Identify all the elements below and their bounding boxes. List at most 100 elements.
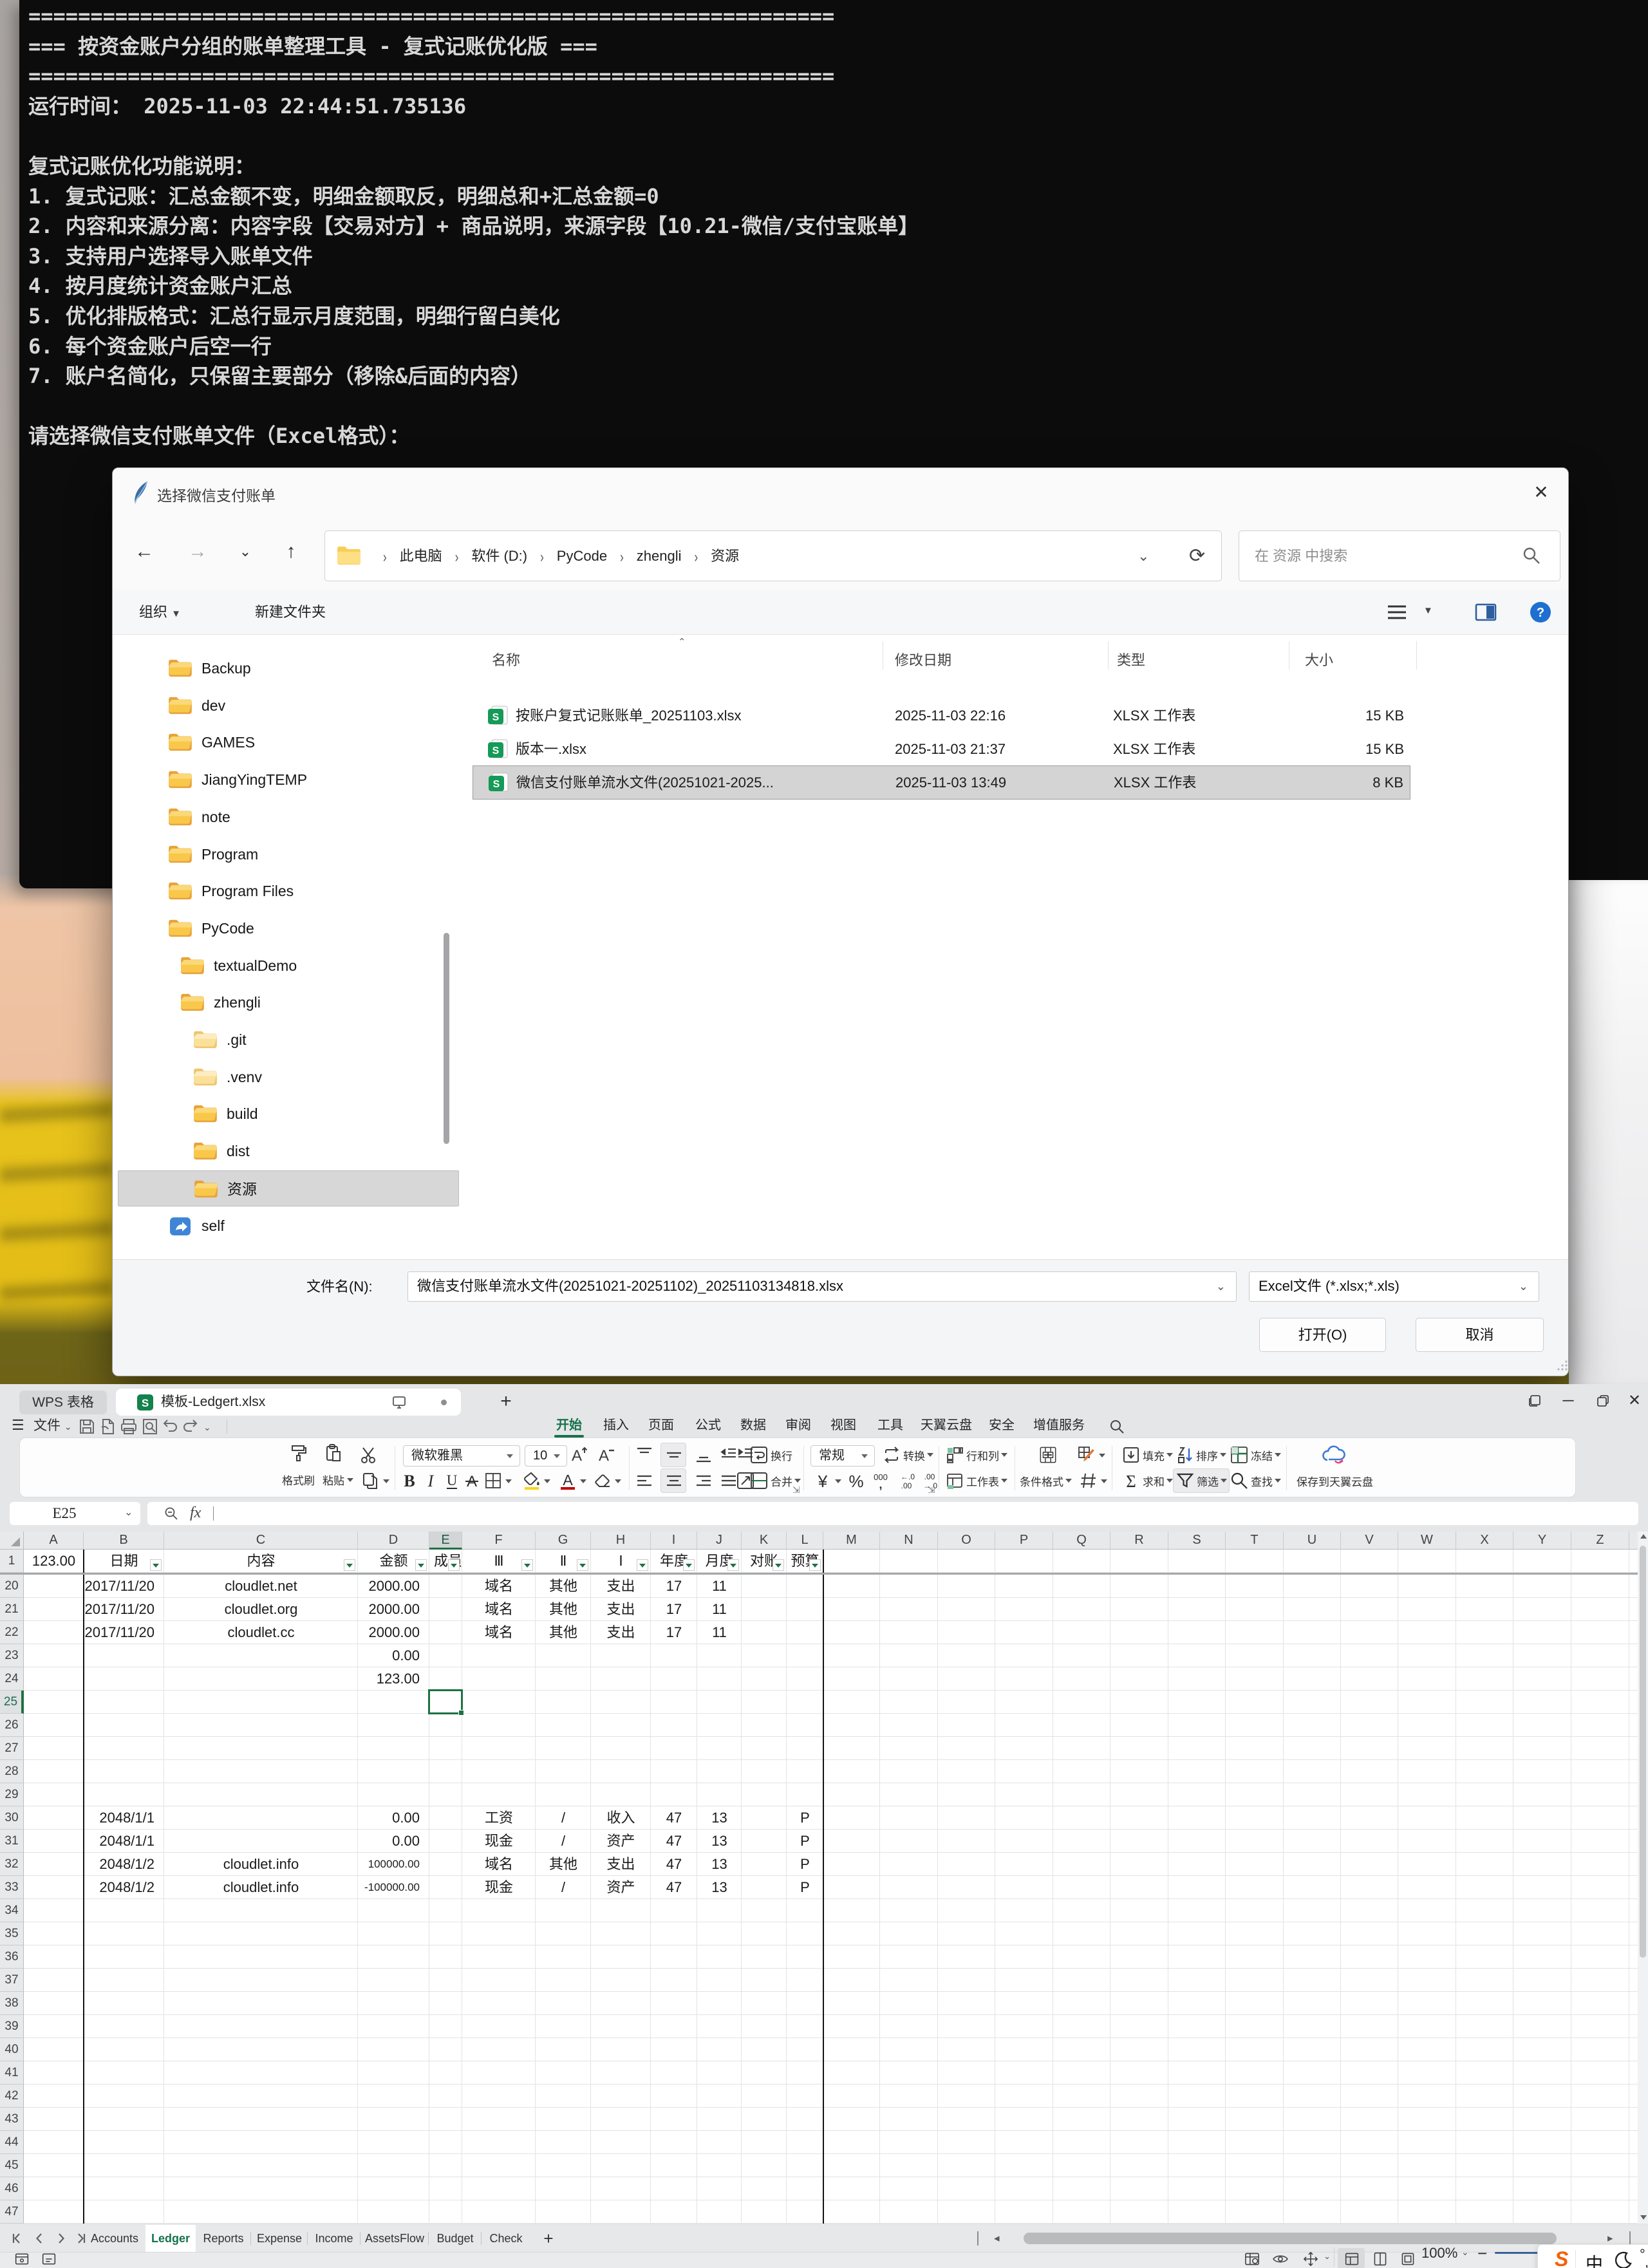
breadcrumb[interactable]: ›此电脑›软件 (D:)›PyCode›zhengli›资源 xyxy=(370,531,739,581)
borders-icon[interactable] xyxy=(483,1471,503,1490)
column-divider[interactable] xyxy=(1108,641,1109,670)
cellstyle-icon[interactable] xyxy=(1079,1471,1098,1490)
filter-dropdown-C1[interactable] xyxy=(344,1559,355,1571)
file-menu[interactable]: 文件 ⌄ xyxy=(33,1416,72,1438)
ribbon-combo-微软雅黑[interactable]: 微软雅黑 xyxy=(403,1445,520,1467)
ime-comma-icon[interactable]: , xyxy=(1645,2254,1648,2268)
cell-G31[interactable]: / xyxy=(536,1830,590,1853)
tree-item-self[interactable]: self xyxy=(118,1208,459,1244)
dropdown-icon[interactable] xyxy=(505,1479,512,1483)
cell-G30[interactable]: / xyxy=(536,1806,590,1830)
hscroll-left-icon[interactable]: ◂ xyxy=(994,2225,1000,2252)
cell-I30[interactable]: 47 xyxy=(651,1806,697,1830)
name-box-dropdown-icon[interactable]: ⌄ xyxy=(124,1502,133,1525)
print-icon[interactable] xyxy=(119,1417,138,1436)
ribbon-button-冻结[interactable]: 冻结 xyxy=(1228,1443,1283,1467)
new-folder-button[interactable]: 新建文件夹 xyxy=(255,590,326,634)
ribbon-button-填充[interactable]: 填充 xyxy=(1119,1443,1175,1467)
cell-C21[interactable]: cloudlet.org xyxy=(165,1598,357,1621)
cell-J32[interactable]: 13 xyxy=(698,1853,741,1876)
cell-B31[interactable]: 2048/1/1 xyxy=(84,1830,164,1853)
formula-input[interactable]: fx xyxy=(147,1502,1638,1525)
cell-I33[interactable]: 47 xyxy=(651,1876,697,1899)
column-header-I[interactable]: I xyxy=(651,1532,697,1550)
ribbon-button-筛选[interactable]: 筛选 xyxy=(1173,1468,1230,1493)
cell-A1[interactable]: 123.00 xyxy=(24,1550,83,1573)
macro-record-icon[interactable] xyxy=(13,2250,31,2268)
cell-G33[interactable]: / xyxy=(536,1876,590,1899)
ribbon-combo-常规[interactable]: 常规 xyxy=(810,1445,875,1467)
save-icon[interactable] xyxy=(77,1417,97,1436)
combo-dropdown-icon[interactable] xyxy=(861,1454,868,1458)
tree-item-dev[interactable]: dev xyxy=(118,688,459,724)
row-header-29[interactable]: 29 xyxy=(0,1783,24,1806)
cell-H31[interactable]: 资产 xyxy=(592,1830,650,1853)
normal-view-icon[interactable] xyxy=(1343,2250,1361,2268)
breadcrumb-item[interactable]: 资源 xyxy=(711,548,739,564)
dialog-titlebar[interactable]: 选择微信支付账单 ✕ xyxy=(113,468,1568,516)
underline-icon[interactable]: U xyxy=(442,1471,462,1490)
cell-I22[interactable]: 17 xyxy=(651,1621,697,1644)
ime-toolbar[interactable]: S 中 ° , xyxy=(1537,2244,1648,2268)
sheet-tab-Income[interactable]: Income xyxy=(308,2225,360,2252)
cell-J22[interactable]: 11 xyxy=(698,1621,741,1644)
next-sheet-icon[interactable] xyxy=(54,2231,68,2245)
column-header-N[interactable]: N xyxy=(880,1532,938,1550)
currency-icon[interactable]: ¥ xyxy=(813,1471,832,1490)
cancel-button[interactable]: 取消 xyxy=(1416,1318,1544,1352)
row-header-25[interactable]: 25 xyxy=(0,1691,24,1714)
ribbon-button-行和列[interactable]: 行和列 xyxy=(943,1443,1009,1467)
cell-D22[interactable]: 2000.00 xyxy=(359,1621,429,1644)
row-header-1[interactable]: 1 xyxy=(0,1550,24,1573)
eraser-icon[interactable] xyxy=(593,1471,612,1490)
cell-F30[interactable]: 工资 xyxy=(463,1806,535,1830)
first-sheet-icon[interactable] xyxy=(10,2231,24,2245)
cell-F21[interactable]: 域名 xyxy=(463,1598,535,1621)
alignbot-icon[interactable] xyxy=(694,1445,713,1465)
ribbon-button-条件格式[interactable]: 条件格式 xyxy=(1018,1468,1074,1493)
cell-D24[interactable]: 123.00 xyxy=(359,1667,429,1691)
search-box[interactable]: 在 资源 中搜索 xyxy=(1239,530,1560,581)
spreadsheet-grid[interactable]: ABCDEFGHIJKLMNOPQRSTUVWXYZ12021222324252… xyxy=(0,1532,1638,2224)
row-header-32[interactable]: 32 xyxy=(0,1853,24,1876)
cell-J21[interactable]: 11 xyxy=(698,1598,741,1621)
cell-D20[interactable]: 2000.00 xyxy=(359,1575,429,1598)
row-header-20[interactable]: 20 xyxy=(0,1575,24,1598)
filter-dropdown-K1[interactable] xyxy=(772,1559,784,1571)
menu-tab-公式[interactable]: 公式 xyxy=(686,1416,731,1438)
cell-G22[interactable]: 其他 xyxy=(536,1621,590,1644)
filter-dropdown-E1[interactable] xyxy=(448,1559,460,1571)
column-header-V[interactable]: V xyxy=(1341,1532,1398,1550)
name-box[interactable]: E25 ⌄ xyxy=(10,1502,140,1525)
visibility-icon[interactable] xyxy=(1271,2250,1289,2268)
vertical-scrollbar[interactable] xyxy=(1638,1532,1648,2224)
cell-I20[interactable]: 17 xyxy=(651,1575,697,1598)
cell-G32[interactable]: 其他 xyxy=(536,1853,590,1876)
new-tab-button[interactable]: + xyxy=(494,1390,518,1414)
tree-item-JiangYingTEMP[interactable]: JiangYingTEMP xyxy=(118,762,459,798)
tree-item-GAMES[interactable]: GAMES xyxy=(118,724,459,760)
sheet-tab-Check[interactable]: Check xyxy=(482,2225,530,2252)
tree-item-Backup[interactable]: Backup xyxy=(118,650,459,686)
document-tab[interactable]: S 模板-Ledgert.xlsx xyxy=(116,1389,461,1416)
percent-icon[interactable]: % xyxy=(847,1471,866,1490)
file-list-column-header[interactable]: 修改日期 xyxy=(895,644,951,677)
alignleft-icon[interactable] xyxy=(635,1471,654,1490)
breadcrumb-item[interactable]: PyCode xyxy=(557,548,607,564)
dialog-launcher-icon[interactable]: ⇲ xyxy=(928,1485,935,1495)
fontcolor-icon[interactable]: A xyxy=(558,1471,577,1490)
close-window-icon[interactable]: ✕ xyxy=(1620,1388,1648,1414)
menu-tab-审阅[interactable]: 审阅 xyxy=(776,1416,821,1438)
cell-F22[interactable]: 域名 xyxy=(463,1621,535,1644)
row-header-34[interactable]: 34 xyxy=(0,1899,24,1922)
cell-B32[interactable]: 2048/1/2 xyxy=(84,1853,164,1876)
ribbon-button-换行[interactable]: 换行 xyxy=(747,1443,794,1467)
ribbon-button-排序[interactable]: 排序 xyxy=(1173,1443,1228,1467)
sort-ascending-icon[interactable]: ⌃ xyxy=(678,636,686,648)
aligncenter-icon[interactable] xyxy=(664,1471,684,1490)
wps-app-button[interactable]: WPS 表格 xyxy=(19,1391,107,1414)
view-dropdown-icon[interactable]: ▼ xyxy=(1423,605,1433,616)
table-tools-icon[interactable] xyxy=(1243,2250,1261,2268)
dropdown-icon[interactable] xyxy=(383,1479,389,1483)
cell-H33[interactable]: 资产 xyxy=(592,1876,650,1899)
